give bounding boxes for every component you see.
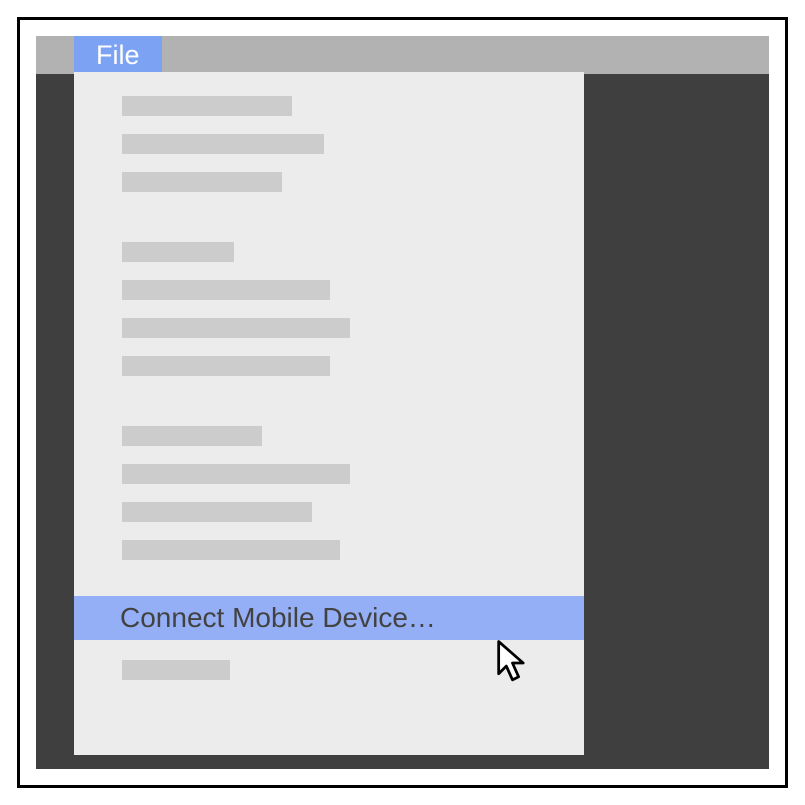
menu-item-placeholder[interactable] — [122, 426, 262, 446]
menu-item-label: Connect Mobile Device… — [120, 602, 436, 634]
menu-item-placeholder[interactable] — [122, 318, 350, 338]
menu-bar: File — [36, 36, 769, 74]
menu-group — [74, 72, 584, 218]
menu-item-placeholder[interactable] — [122, 134, 324, 154]
file-dropdown: Connect Mobile Device… — [74, 72, 584, 755]
menu-group — [74, 640, 584, 680]
menu-file[interactable]: File — [74, 36, 162, 72]
menu-group — [74, 402, 584, 586]
menu-item-placeholder[interactable] — [122, 96, 292, 116]
menu-item-placeholder[interactable] — [122, 172, 282, 192]
menu-item-connect-mobile-device[interactable]: Connect Mobile Device… — [74, 596, 584, 640]
menu-group — [74, 218, 584, 402]
menu-item-placeholder[interactable] — [122, 356, 330, 376]
menu-item-placeholder[interactable] — [122, 540, 340, 560]
menu-item-placeholder[interactable] — [122, 660, 230, 680]
menu-item-placeholder[interactable] — [122, 464, 350, 484]
menu-item-placeholder[interactable] — [122, 502, 312, 522]
menu-file-label: File — [96, 40, 140, 71]
menu-item-placeholder[interactable] — [122, 280, 330, 300]
menu-item-placeholder[interactable] — [122, 242, 234, 262]
app-window: File Connect Mobile Device… — [36, 36, 769, 769]
